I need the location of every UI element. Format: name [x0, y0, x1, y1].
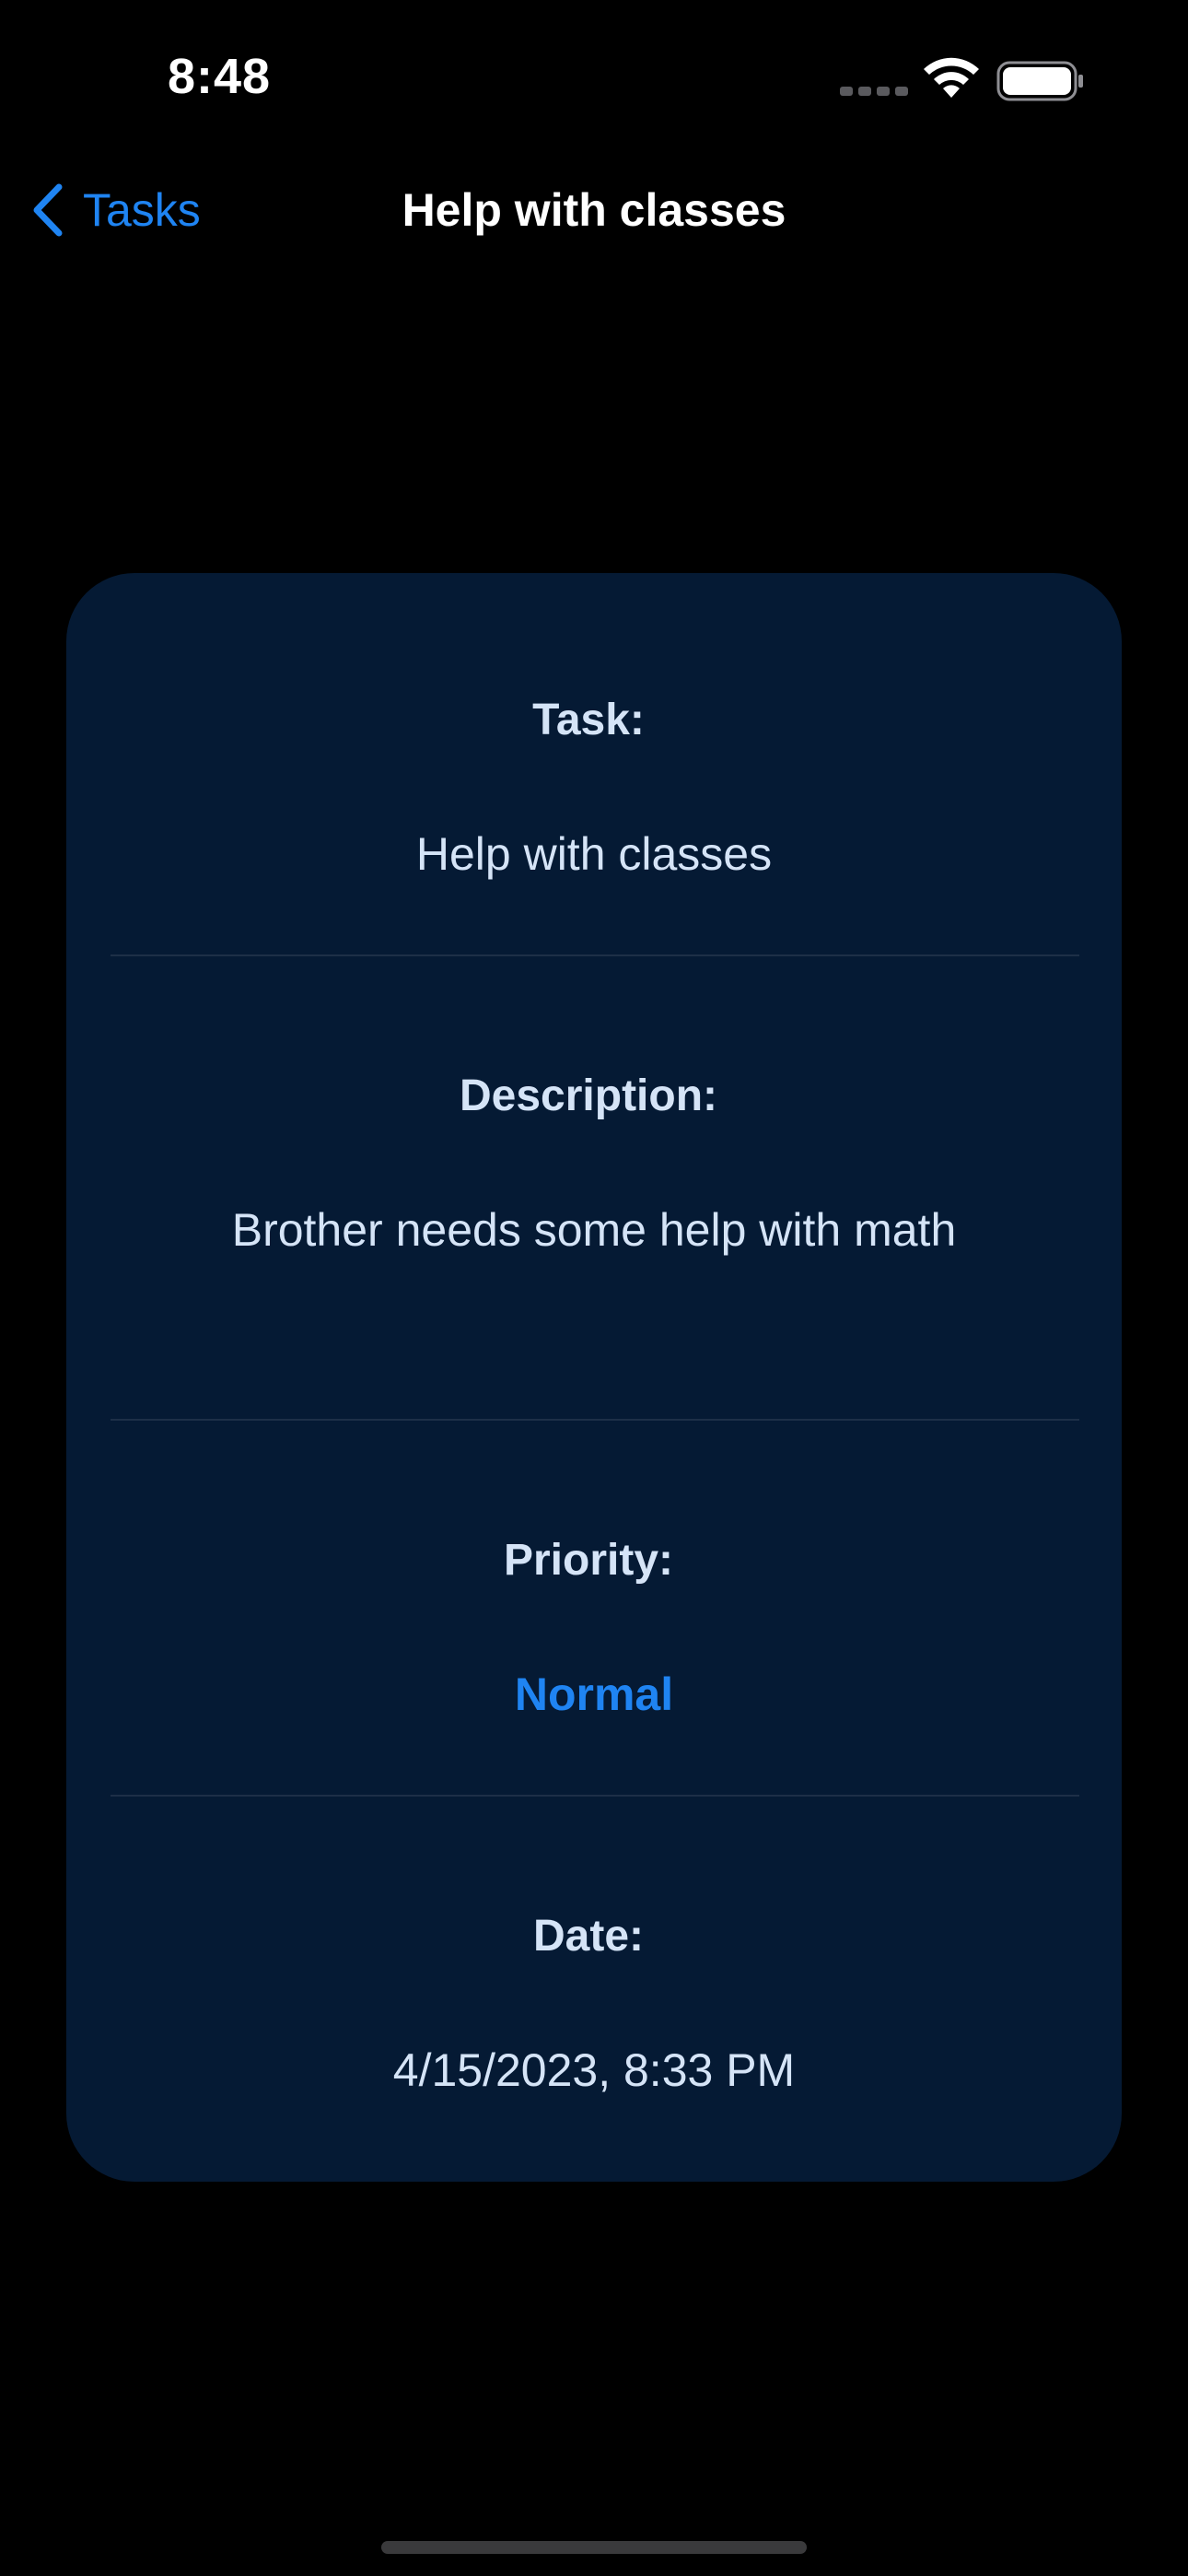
- priority-value: Normal: [514, 1669, 674, 1720]
- description-value: Brother needs some help with math: [231, 1204, 957, 1256]
- priority-label: Priority:: [503, 1536, 674, 1585]
- task-label: Task:: [532, 696, 645, 744]
- wifi-icon: [924, 57, 979, 98]
- task-value: Help with classes: [415, 828, 773, 880]
- date-value: 4/15/2023, 8:33 PM: [392, 2044, 796, 2096]
- back-button[interactable]: Tasks: [28, 177, 201, 243]
- navigation-bar: Help with classes Tasks: [0, 157, 1188, 263]
- divider: [111, 1419, 1079, 1421]
- divider: [111, 1795, 1079, 1797]
- task-detail-card: Task: Help with classes Description: Bro…: [66, 573, 1122, 2182]
- status-bar: 8:48: [0, 0, 1188, 157]
- description-label: Description:: [459, 1071, 718, 1120]
- battery-icon: [996, 61, 1083, 101]
- back-button-label: Tasks: [83, 184, 201, 236]
- date-label: Date:: [532, 1912, 645, 1961]
- chevron-left-icon: [33, 183, 63, 237]
- cellular-dots-icon: [840, 87, 908, 96]
- home-indicator[interactable]: [381, 2541, 807, 2554]
- divider: [111, 954, 1079, 956]
- status-time: 8:48: [168, 49, 272, 104]
